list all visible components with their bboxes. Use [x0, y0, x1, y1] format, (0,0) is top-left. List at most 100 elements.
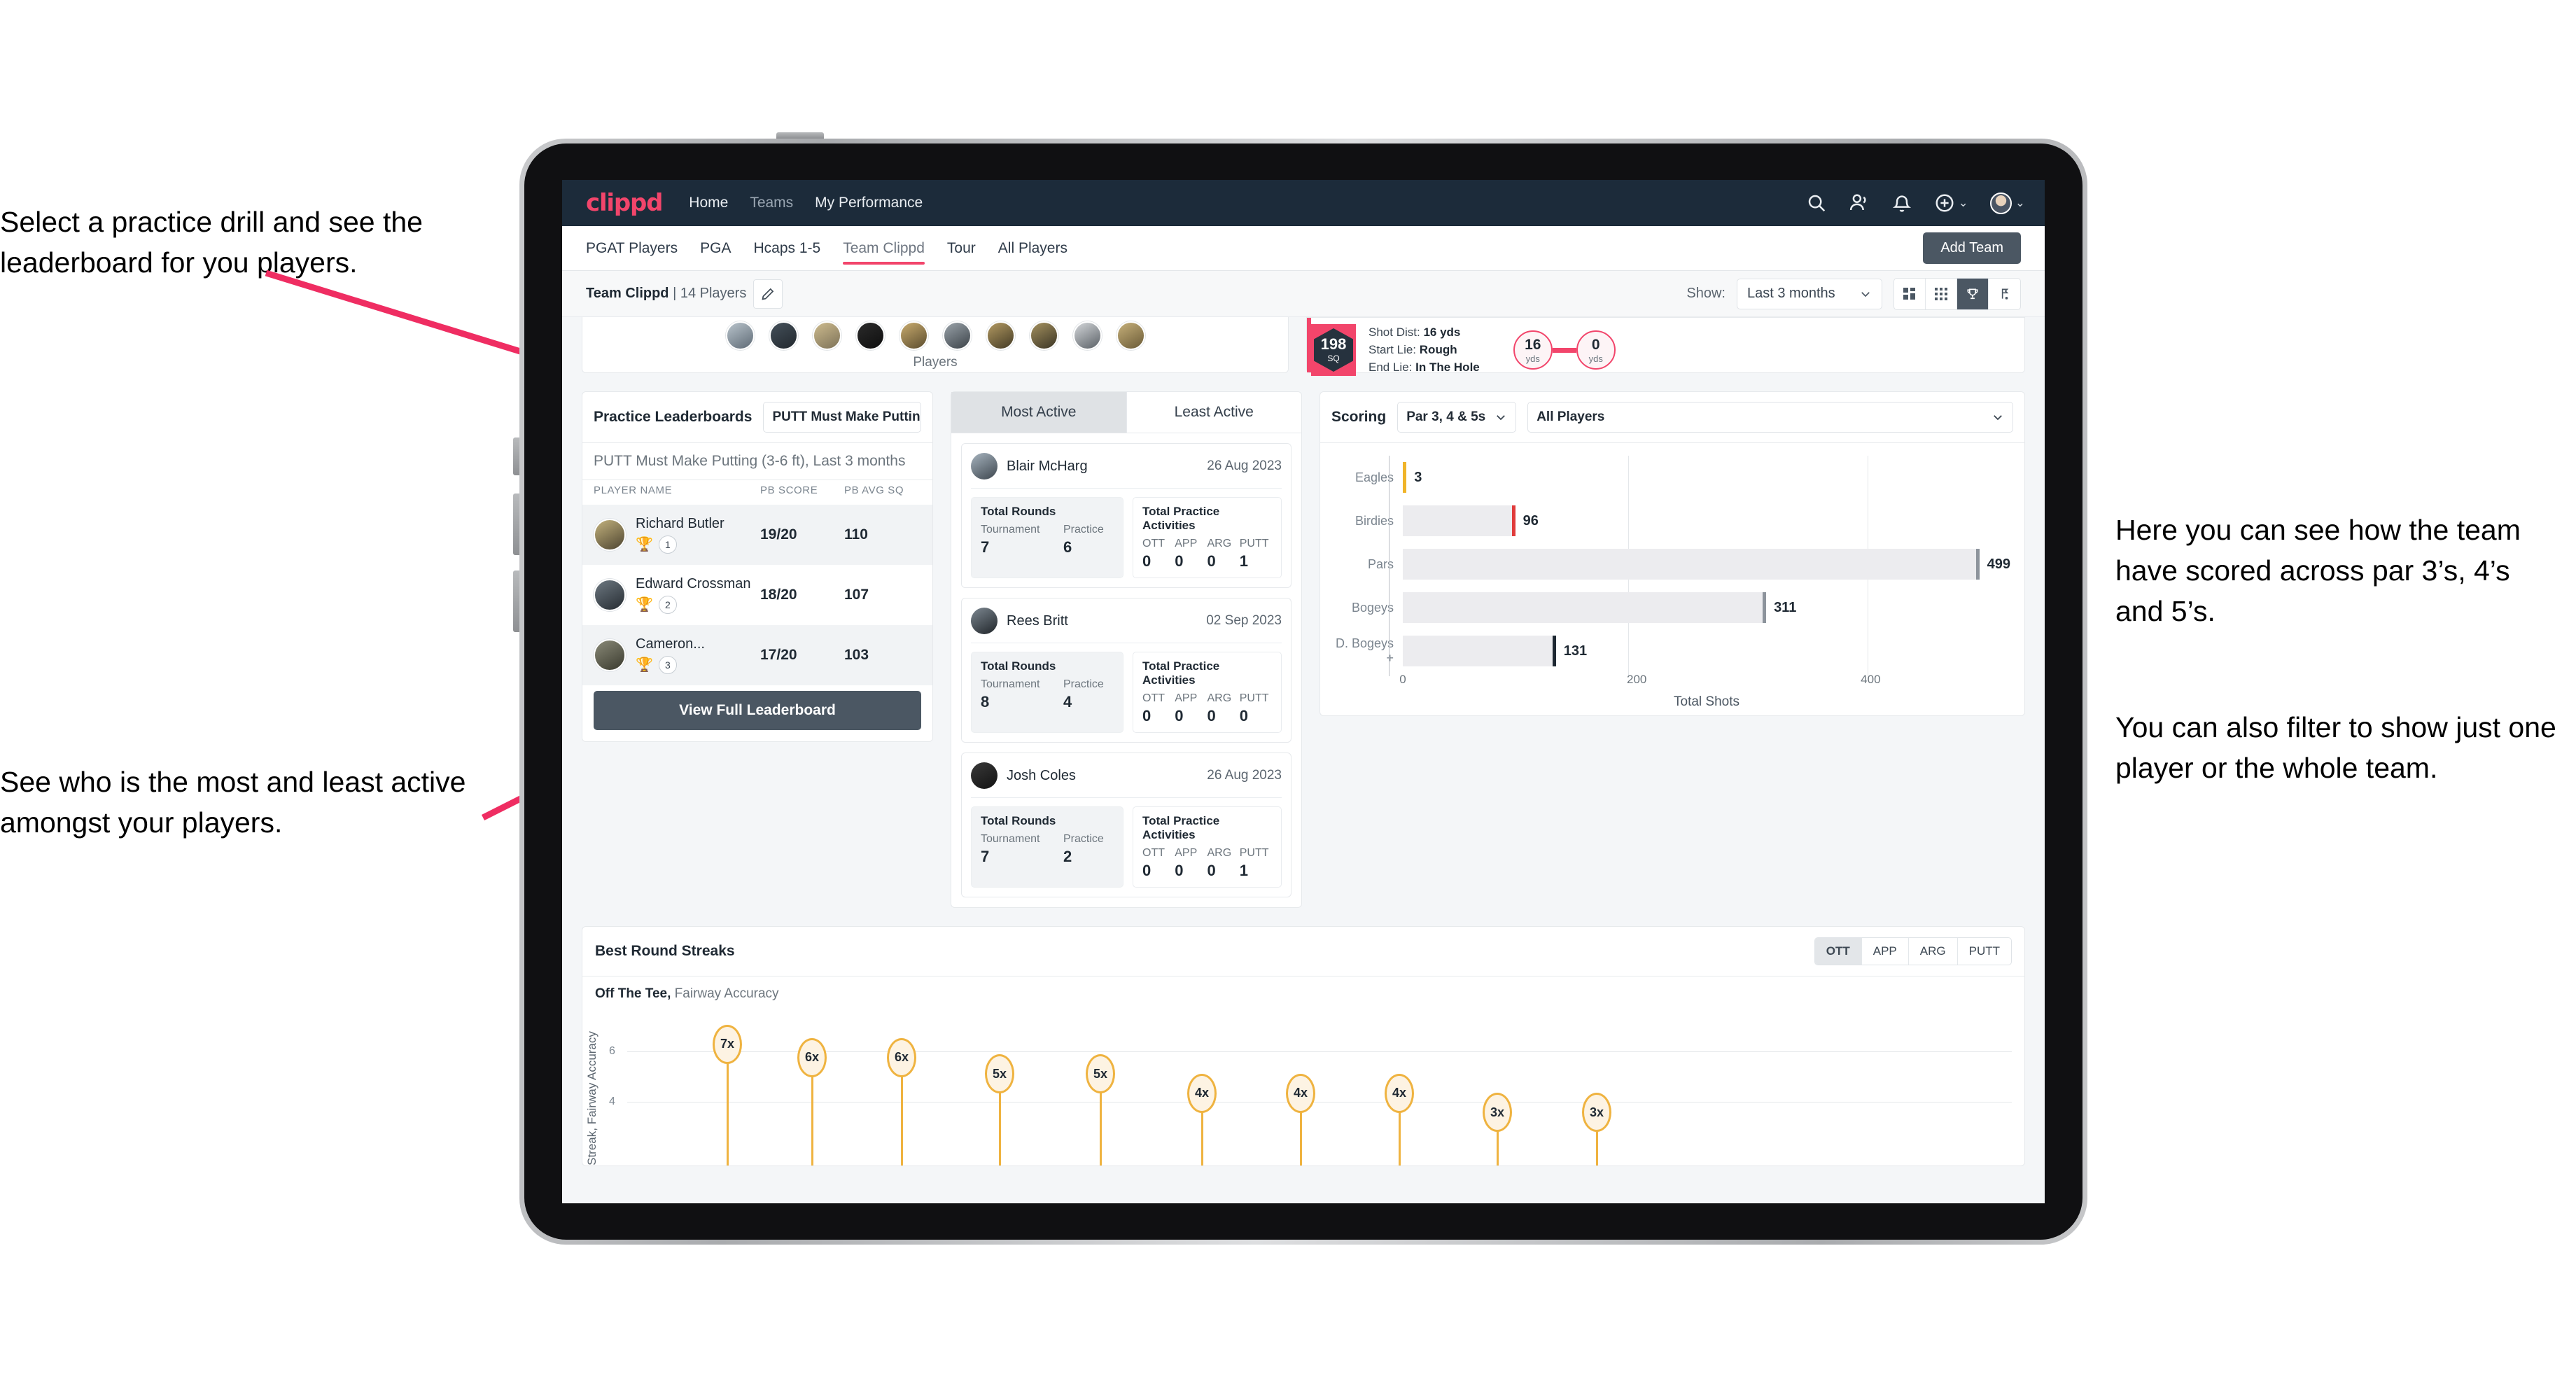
player-badges: 🏆 2 — [636, 596, 760, 614]
practice-label: Practice — [1063, 833, 1104, 845]
nav-link-my-performance[interactable]: My Performance — [815, 195, 923, 211]
tab-all-players[interactable]: All Players — [998, 226, 1068, 270]
streaks-header: Best Round Streaks OTT APP ARG PUTT — [582, 927, 2024, 976]
volume-down-button[interactable] — [513, 570, 519, 632]
trophy-icon[interactable] — [1957, 278, 1989, 309]
add-menu[interactable]: ⌄ — [1934, 192, 1968, 214]
player-filter-select[interactable]: All Players — [1527, 402, 2013, 433]
app-label: APP — [1175, 538, 1198, 550]
volume-up-button[interactable] — [513, 493, 519, 555]
streak-tab-arg[interactable]: ARG — [1909, 938, 1958, 965]
chevron-down-icon: ⌄ — [1958, 196, 1968, 209]
navbar-actions: ⌄ ⌄ — [1806, 192, 2025, 214]
date-range-select[interactable]: Last 3 months — [1737, 278, 1882, 309]
ott-stat: OTT 0 — [1142, 692, 1175, 725]
streaks-subtitle-bold: Off The Tee, — [595, 986, 671, 1001]
divider — [971, 488, 1282, 489]
practice-activities-title: Total Practice Activities — [1142, 505, 1220, 532]
shot-detail-lines: Shot Dist: 16 yds Start Lie: Rough End L… — [1368, 326, 1480, 374]
grid-small-icon[interactable] — [1926, 278, 1957, 309]
total-rounds-box: Total Rounds Tournament 7 Practice — [971, 806, 1124, 888]
grid-large-icon[interactable] — [1894, 278, 1926, 309]
user-menu[interactable]: ⌄ — [1989, 192, 2025, 214]
list-item[interactable]: Josh Coles 26 Aug 2023 Total Rounds Tour… — [961, 752, 1292, 897]
annotation-scoring: Here you can see how the team have score… — [2115, 514, 2521, 628]
list-item[interactable]: Rees Britt 02 Sep 2023 Total Rounds Tour… — [961, 598, 1292, 743]
avatar[interactable] — [1989, 192, 2012, 214]
tab-hcaps-1-5[interactable]: Hcaps 1-5 — [753, 226, 820, 270]
activity-stats: Total Rounds Tournament 7 Practice — [971, 806, 1282, 888]
putt-stat: PUTT 0 — [1240, 692, 1272, 725]
practice-activities-box: Total Practice Activities OTT 0 APP 0 AR… — [1133, 806, 1282, 888]
table-row[interactable]: Edward Crossman 🏆 2 18/20 107 — [582, 565, 932, 625]
start-lie-value: Rough — [1419, 343, 1457, 356]
bar-value-eagles: 3 — [1414, 469, 1422, 485]
clippd-logo[interactable]: clippd — [586, 189, 663, 217]
streak-tab-app[interactable]: APP — [1862, 938, 1909, 965]
avatar[interactable] — [769, 321, 798, 350]
avatar[interactable] — [942, 321, 972, 350]
player-name: Rees Britt — [1007, 612, 1068, 629]
tournament-value: 8 — [981, 693, 990, 710]
avatar[interactable] — [855, 321, 885, 350]
tab-pgat-players[interactable]: PGAT Players — [586, 226, 678, 270]
team-tabs-bar: PGAT Players PGA Hcaps 1-5 Team Clippd T… — [562, 226, 2045, 271]
avatar — [594, 639, 626, 671]
table-row[interactable]: Cameron... 🏆 3 17/20 103 — [582, 625, 932, 685]
drill-select[interactable]: PUTT Must Make Putting ... — [763, 402, 921, 433]
bar-fill-double-bogeys — [1403, 636, 1556, 666]
nav-link-teams[interactable]: Teams — [750, 195, 793, 211]
avatar[interactable] — [812, 321, 841, 350]
avatar[interactable] — [899, 321, 928, 350]
tab-pga[interactable]: PGA — [700, 226, 731, 270]
side-button-1[interactable] — [513, 438, 519, 475]
pb-score: 18/20 — [760, 587, 797, 603]
activity-date: 26 Aug 2023 — [1207, 768, 1282, 783]
tab-most-active[interactable]: Most Active — [951, 392, 1126, 433]
power-button[interactable] — [776, 132, 824, 139]
tab-least-active[interactable]: Least Active — [1126, 392, 1302, 433]
nav-link-home[interactable]: Home — [689, 195, 728, 211]
column-player-name: PLAYER NAME — [594, 484, 673, 496]
bar-label-birdies: Birdies — [1354, 513, 1394, 528]
list-item[interactable]: Blair McHarg 26 Aug 2023 Total Rounds To… — [961, 443, 1292, 588]
streak-tab-putt[interactable]: PUTT — [1958, 938, 2011, 965]
bar-cap — [1511, 505, 1516, 536]
pencil-icon[interactable] — [753, 279, 783, 309]
avatar[interactable] — [725, 321, 755, 350]
player-filter-value: All Players — [1536, 410, 1605, 424]
streaks-subtitle-light: Fairway Accuracy — [671, 986, 779, 1001]
view-full-leaderboard-button[interactable]: View Full Leaderboard — [594, 691, 921, 730]
par-filter-select[interactable]: Par 3, 4 & 5s — [1397, 402, 1517, 433]
player-cell: Cameron... 🏆 3 — [636, 636, 760, 674]
pb-score: 19/20 — [760, 526, 797, 542]
avatar[interactable] — [1072, 321, 1102, 350]
team-separator: | — [668, 286, 680, 301]
avatar[interactable] — [1116, 321, 1145, 350]
top-strip: Players 198 SQ Shot Dist: 16 yds Start L… — [582, 317, 2025, 376]
ytick-4: 4 — [609, 1095, 615, 1107]
chevron-down-icon — [1497, 415, 1506, 421]
bar-cap — [1552, 636, 1556, 666]
notification-bell-icon[interactable] — [1891, 192, 1912, 214]
player-name: Cameron... — [636, 636, 705, 652]
people-icon[interactable] — [1849, 192, 1870, 214]
streaks-title: Best Round Streaks — [595, 943, 735, 959]
team-player-count: 14 Players — [680, 286, 747, 301]
avatar[interactable] — [986, 321, 1015, 350]
flag-icon[interactable] — [1989, 279, 2020, 309]
leaderboard-title: Practice Leaderboards — [594, 409, 752, 425]
avatar[interactable] — [1029, 321, 1058, 350]
add-circle-icon[interactable] — [1934, 192, 1955, 214]
bar-fill-pars — [1403, 549, 1980, 580]
tab-team-clippd[interactable]: Team Clippd — [843, 226, 925, 270]
table-row[interactable]: Richard Butler 🏆 1 19/20 110 — [582, 505, 932, 565]
streak-category-toggle: OTT APP ARG PUTT — [1814, 937, 2012, 965]
tab-tour[interactable]: Tour — [947, 226, 976, 270]
streak-tab-ott[interactable]: OTT — [1814, 938, 1862, 965]
add-team-button[interactable]: Add Team — [1923, 232, 2021, 264]
end-lie-line: End Lie: In The Hole — [1368, 360, 1480, 374]
x-axis-title: Total Shots — [1674, 694, 1740, 709]
team-label: Team Clippd | 14 Players — [586, 286, 746, 302]
search-icon[interactable] — [1806, 192, 1827, 214]
